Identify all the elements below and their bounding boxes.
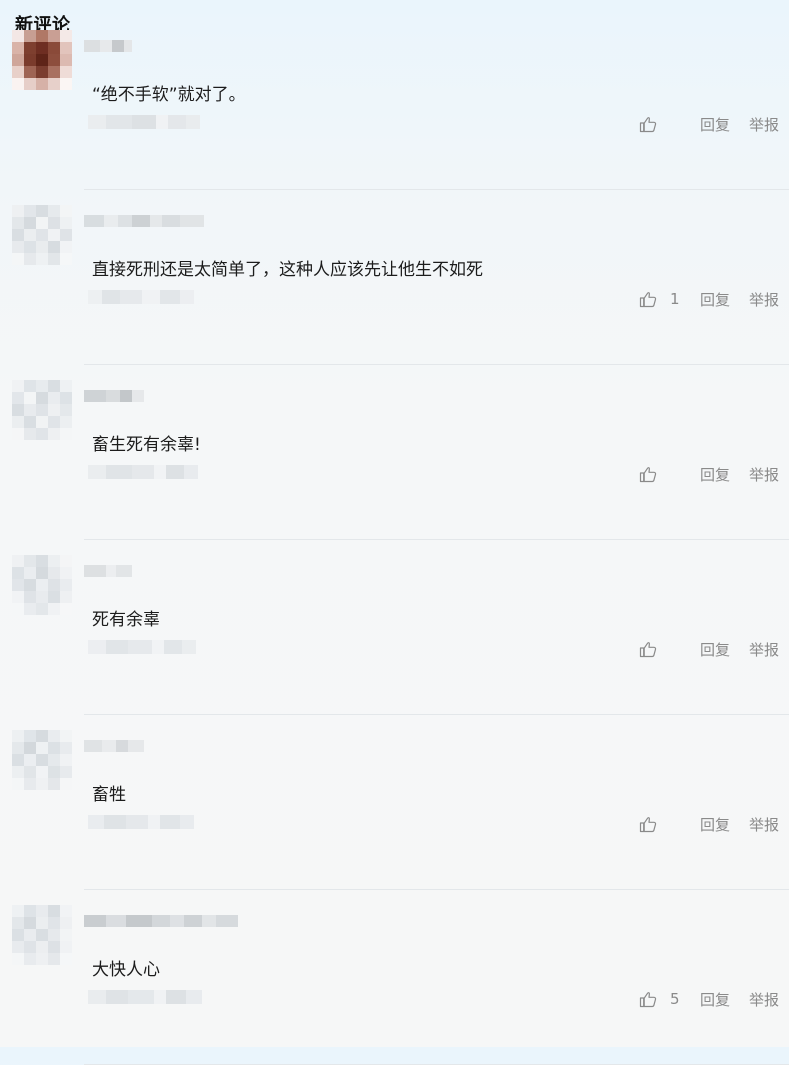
thumbs-up-icon — [638, 639, 658, 659]
comment-text: 畜生死有余辜! — [92, 435, 201, 455]
comment-item: 畜牲回复 举报 — [0, 715, 789, 890]
report-button[interactable]: 举报 — [749, 814, 779, 835]
thumbs-up-icon — [638, 814, 658, 834]
reply-button[interactable]: 回复 — [700, 289, 730, 310]
thumbs-up-icon — [638, 464, 658, 484]
like-count: 5 — [669, 990, 680, 1008]
comment-text: 畜牲 — [92, 785, 126, 805]
user-avatar[interactable] — [12, 30, 72, 90]
thumbs-up-icon — [638, 114, 658, 134]
comment-actions: 回复 举报 — [638, 813, 779, 835]
comment-actions: 回复 举报 — [638, 638, 779, 660]
user-avatar[interactable] — [12, 905, 72, 965]
reply-button[interactable]: 回复 — [700, 989, 730, 1010]
report-button[interactable]: 举报 — [749, 639, 779, 660]
report-button[interactable]: 举报 — [749, 989, 779, 1010]
username-pixelated[interactable] — [84, 215, 204, 227]
user-avatar[interactable] — [12, 380, 72, 440]
comment-item: “绝不手软”就对了。回复 举报 — [0, 15, 789, 190]
comment-item: 死有余辜回复 举报 — [0, 540, 789, 715]
comment-item: 直接死刑还是太简单了，这种人应该先让他生不如死 1 回复 举报 — [0, 190, 789, 365]
thumbs-up-icon — [638, 989, 658, 1009]
comment-actions: 回复 举报 — [638, 463, 779, 485]
user-avatar[interactable] — [12, 730, 72, 790]
like-button[interactable] — [638, 814, 682, 834]
comment-meta-pixelated — [88, 461, 198, 483]
reply-button[interactable]: 回复 — [700, 814, 730, 835]
user-avatar[interactable] — [12, 205, 72, 265]
like-count: 1 — [669, 290, 680, 308]
report-button[interactable]: 举报 — [749, 289, 779, 310]
comment-item: 大快人心 5 回复 举报 — [0, 890, 789, 1065]
comment-item: 畜生死有余辜! 回复 举报 — [0, 365, 789, 540]
comment-meta-pixelated — [88, 986, 202, 1008]
comment-text: 死有余辜 — [92, 610, 160, 630]
reply-button[interactable]: 回复 — [700, 639, 730, 660]
username-pixelated[interactable] — [84, 740, 144, 752]
username-pixelated[interactable] — [84, 390, 144, 402]
comment-text: 大快人心 — [92, 960, 160, 980]
comment-meta-pixelated — [88, 811, 194, 833]
comment-text: “绝不手软”就对了。 — [92, 85, 246, 105]
like-button[interactable] — [638, 639, 682, 659]
username-pixelated[interactable] — [84, 915, 238, 927]
thumbs-up-icon — [638, 289, 658, 309]
report-button[interactable]: 举报 — [749, 114, 779, 135]
comment-actions: 回复 举报 — [638, 113, 779, 135]
reply-button[interactable]: 回复 — [700, 464, 730, 485]
report-button[interactable]: 举报 — [749, 464, 779, 485]
username-pixelated[interactable] — [84, 565, 132, 577]
like-button[interactable] — [638, 464, 682, 484]
comment-meta-pixelated — [88, 286, 194, 308]
username-pixelated[interactable] — [84, 40, 132, 52]
like-button[interactable] — [638, 114, 682, 134]
reply-button[interactable]: 回复 — [700, 114, 730, 135]
comment-meta-pixelated — [88, 111, 200, 133]
comment-meta-pixelated — [88, 636, 196, 658]
user-avatar[interactable] — [12, 555, 72, 615]
comment-text: 直接死刑还是太简单了，这种人应该先让他生不如死 — [92, 260, 483, 280]
comment-actions: 1 回复 举报 — [638, 288, 779, 310]
like-button[interactable]: 1 — [638, 289, 682, 309]
like-button[interactable]: 5 — [638, 989, 682, 1009]
comment-actions: 5 回复 举报 — [638, 988, 779, 1010]
